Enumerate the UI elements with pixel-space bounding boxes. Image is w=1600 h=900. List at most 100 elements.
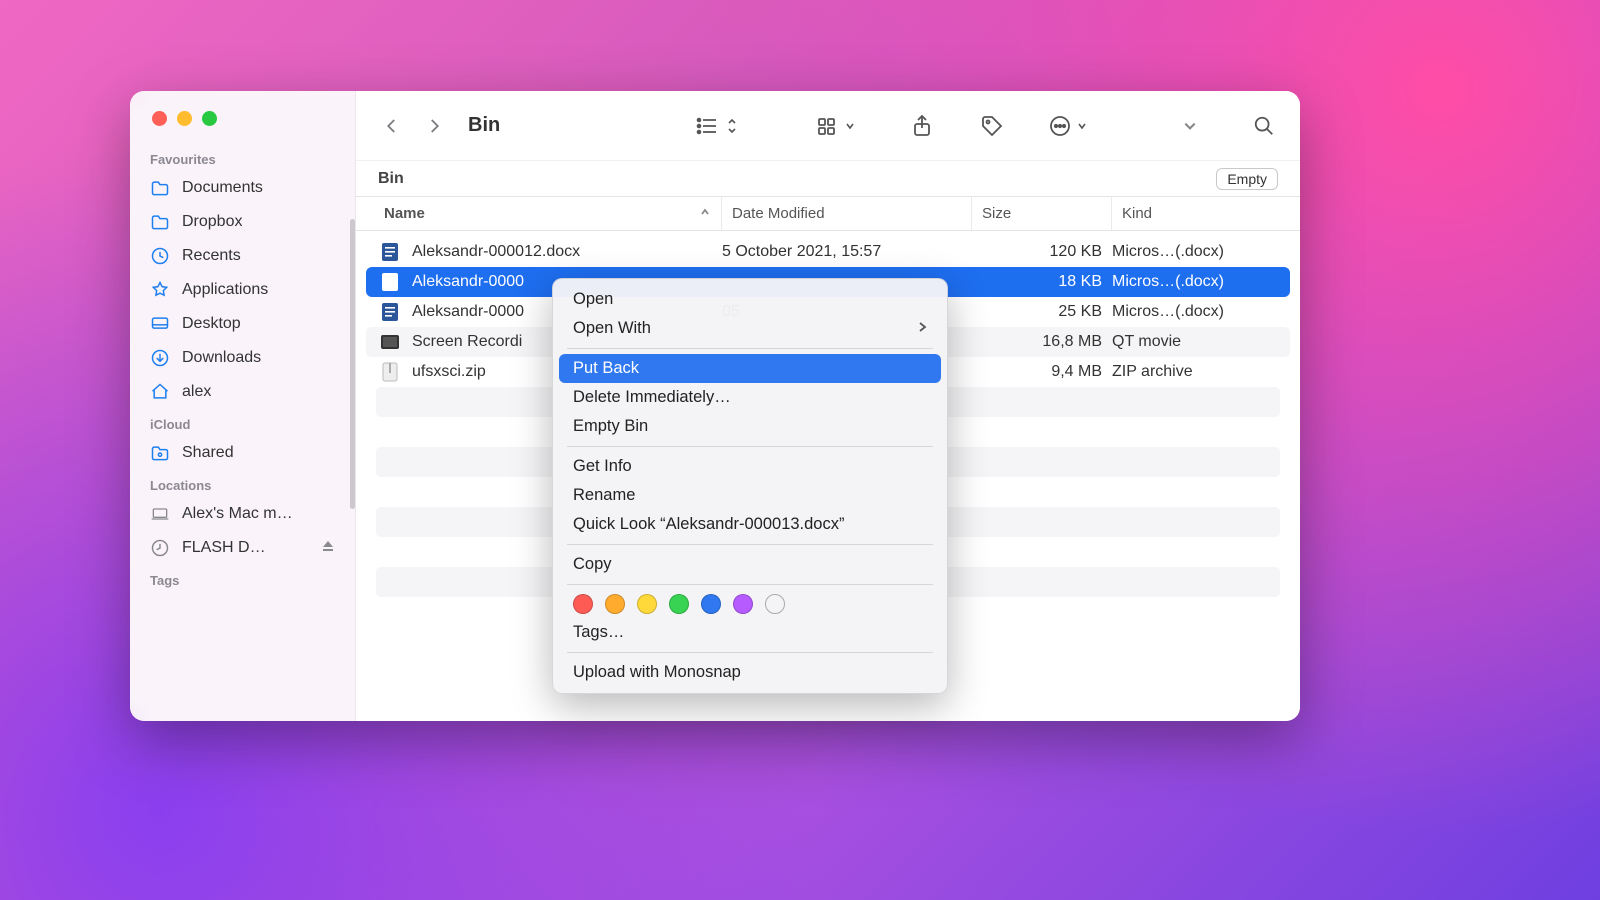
file-kind: Micros…(.docx) <box>1112 273 1282 291</box>
file-type-icon <box>380 242 400 262</box>
tag-color-button[interactable] <box>733 594 753 614</box>
menu-open[interactable]: Open <box>559 285 941 314</box>
download-icon <box>150 348 170 368</box>
sidebar-item[interactable]: Downloads <box>130 341 355 375</box>
menu-open-with[interactable]: Open With <box>559 314 941 343</box>
sidebar-item-label: Shared <box>182 444 234 462</box>
sidebar-item-label: FLASH D… <box>182 539 266 557</box>
menu-upload-monosnap[interactable]: Upload with Monosnap <box>559 658 941 687</box>
file-name: ufsxsci.zip <box>412 363 486 381</box>
path-bar: Bin Empty <box>356 161 1300 197</box>
minimize-window-button[interactable] <box>177 111 192 126</box>
menu-rename[interactable]: Rename <box>559 481 941 510</box>
file-name: Aleksandr-000012.docx <box>412 243 580 261</box>
zoom-window-button[interactable] <box>202 111 217 126</box>
home-icon <box>150 382 170 402</box>
tags-button[interactable] <box>978 112 1006 140</box>
eject-icon[interactable] <box>321 539 335 558</box>
file-size: 16,8 MB <box>972 333 1112 351</box>
sidebar-item[interactable]: Recents <box>130 239 355 273</box>
sidebar-item[interactable]: Documents <box>130 171 355 205</box>
file-date: 5 October 2021, 15:57 <box>722 243 972 261</box>
laptop-icon <box>150 504 170 524</box>
context-menu: Open Open With Put Back Delete Immediate… <box>552 278 948 694</box>
file-type-icon <box>380 302 400 322</box>
clock-icon <box>150 246 170 266</box>
overflow-button[interactable] <box>1176 112 1204 140</box>
file-kind: Micros…(.docx) <box>1112 303 1282 321</box>
folder-icon <box>150 178 170 198</box>
folder-icon <box>150 212 170 232</box>
tag-color-button[interactable] <box>669 594 689 614</box>
file-type-icon <box>380 272 400 292</box>
file-size: 120 KB <box>972 243 1112 261</box>
desktop-icon <box>150 314 170 334</box>
column-header-kind[interactable]: Kind <box>1112 197 1282 230</box>
column-header-name[interactable]: Name <box>374 197 722 230</box>
menu-delete-immediately[interactable]: Delete Immediately… <box>559 383 941 412</box>
sidebar-item[interactable]: Shared <box>130 436 355 470</box>
sidebar-section-header: Tags <box>130 565 355 592</box>
file-kind: QT movie <box>1112 333 1282 351</box>
shared-icon <box>150 443 170 463</box>
menu-get-info[interactable]: Get Info <box>559 452 941 481</box>
sidebar-item-label: Applications <box>182 281 268 299</box>
sidebar-item-label: Dropbox <box>182 213 242 231</box>
share-button[interactable] <box>908 112 936 140</box>
file-name: Aleksandr-0000 <box>412 273 524 291</box>
empty-trash-button[interactable]: Empty <box>1216 168 1278 190</box>
sidebar-item-label: Recents <box>182 247 241 265</box>
search-button[interactable] <box>1250 112 1278 140</box>
tag-color-button[interactable] <box>573 594 593 614</box>
tag-color-button[interactable] <box>765 594 785 614</box>
menu-empty-bin[interactable]: Empty Bin <box>559 412 941 441</box>
sidebar-item-label: Downloads <box>182 349 261 367</box>
sidebar-section-header: iCloud <box>130 409 355 436</box>
tag-color-button[interactable] <box>701 594 721 614</box>
file-size: 25 KB <box>972 303 1112 321</box>
menu-put-back[interactable]: Put Back <box>559 354 941 383</box>
sidebar-item[interactable]: Applications <box>130 273 355 307</box>
file-row[interactable]: Aleksandr-000012.docx 5 October 2021, 15:… <box>366 237 1290 267</box>
column-header-size[interactable]: Size <box>972 197 1112 230</box>
sidebar-section-header: Favourites <box>130 144 355 171</box>
sidebar-item-label: Documents <box>182 179 263 197</box>
column-header-row: Name Date Modified Size Kind <box>356 197 1300 231</box>
sidebar-item[interactable]: Alex's Mac m… <box>130 497 355 531</box>
action-menu-button[interactable] <box>1048 114 1088 138</box>
location-label: Bin <box>378 170 404 188</box>
submenu-arrow-icon <box>917 319 927 338</box>
sidebar-item[interactable]: alex <box>130 375 355 409</box>
file-name: Aleksandr-0000 <box>412 303 524 321</box>
menu-tags[interactable]: Tags… <box>559 618 941 647</box>
sidebar-item-label: Desktop <box>182 315 241 333</box>
file-size: 9,4 MB <box>972 363 1112 381</box>
column-header-name-label: Name <box>384 205 425 222</box>
sidebar-item-label: Alex's Mac m… <box>182 505 293 523</box>
sidebar-item[interactable]: Dropbox <box>130 205 355 239</box>
menu-copy[interactable]: Copy <box>559 550 941 579</box>
forward-button[interactable] <box>420 112 448 140</box>
window-controls <box>130 105 355 144</box>
sidebar-item[interactable]: Desktop <box>130 307 355 341</box>
disk-icon <box>150 538 170 558</box>
tag-color-button[interactable] <box>605 594 625 614</box>
file-type-icon <box>380 332 400 352</box>
group-by-button[interactable] <box>816 115 856 137</box>
view-mode-list-button[interactable] <box>694 115 738 137</box>
toolbar: Bin <box>356 91 1300 161</box>
close-window-button[interactable] <box>152 111 167 126</box>
sidebar-item-label: alex <box>182 383 211 401</box>
menu-tag-row <box>559 590 941 618</box>
back-button[interactable] <box>378 112 406 140</box>
tag-color-button[interactable] <box>637 594 657 614</box>
file-type-icon <box>380 362 400 382</box>
file-kind: Micros…(.docx) <box>1112 243 1282 261</box>
column-header-date[interactable]: Date Modified <box>722 197 972 230</box>
file-name: Screen Recordi <box>412 333 522 351</box>
sort-indicator-icon <box>699 205 711 222</box>
sidebar-item[interactable]: FLASH D… <box>130 531 355 565</box>
menu-quick-look[interactable]: Quick Look “Aleksandr-000013.docx” <box>559 510 941 539</box>
sidebar-section-header: Locations <box>130 470 355 497</box>
window-title: Bin <box>468 114 500 137</box>
